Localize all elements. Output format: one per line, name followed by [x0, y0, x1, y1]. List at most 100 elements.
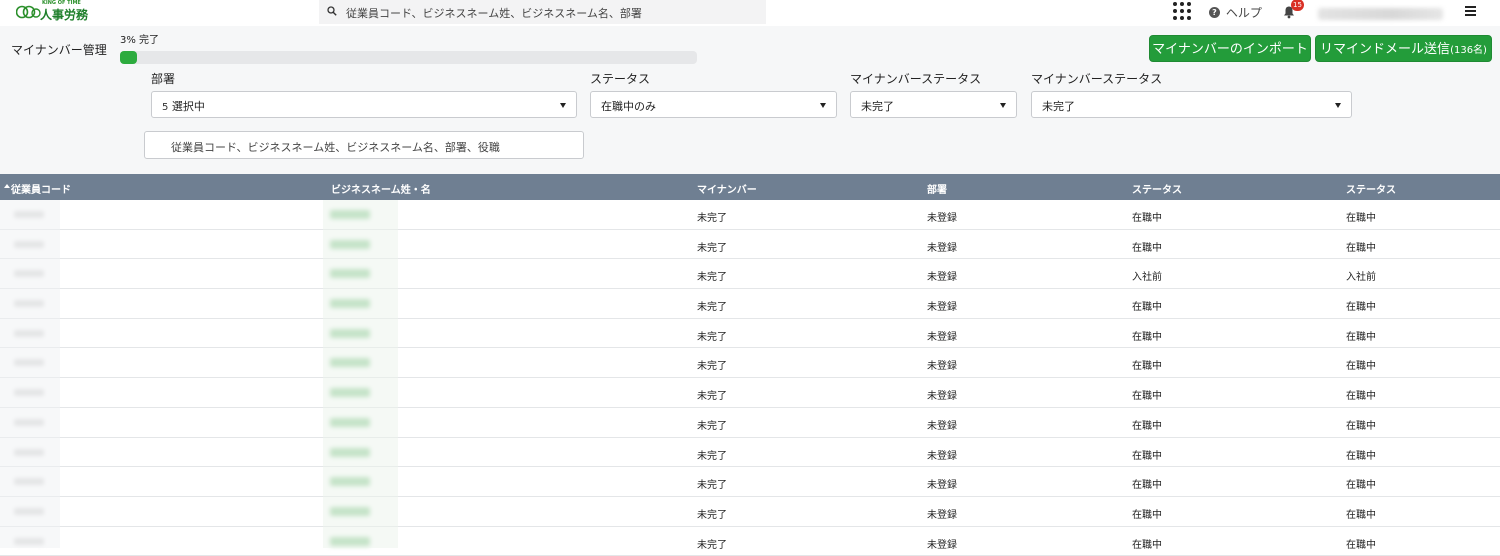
- logo-circles-icon: [16, 5, 41, 19]
- table-row[interactable]: 未完了 未登録 在職中 在職中: [0, 229, 1500, 260]
- top-bar: KING OF TIME 人事労務 従業員コード、ビジネスネーム姓、ビジネスネー…: [0, 0, 1500, 26]
- apps-grid-icon[interactable]: [1173, 2, 1191, 20]
- table-row[interactable]: 未完了 未登録 在職中 在職中: [0, 407, 1500, 438]
- department-select[interactable]: 5 選択中: [151, 91, 577, 118]
- global-search-input[interactable]: 従業員コード、ビジネスネーム姓、ビジネスネーム名、部署: [319, 0, 766, 24]
- mynumber-cell: 未完了: [697, 509, 727, 521]
- department-cell: 未登録: [927, 420, 957, 432]
- mynumber-cell: 未完了: [697, 391, 727, 403]
- column-header-status-2[interactable]: ステータス: [1346, 181, 1396, 196]
- progress-bar-fill: [120, 51, 138, 64]
- table-row[interactable]: 未完了 未登録 在職中 在職中: [0, 467, 1500, 497]
- mynumber-cell: 未完了: [697, 450, 727, 462]
- department-cell: 未登録: [927, 361, 957, 373]
- status-cell-2: 在職中: [1346, 450, 1376, 462]
- table-row[interactable]: 未完了 未登録 入社前 入社前: [0, 259, 1500, 290]
- status-cell-2: 在職中: [1346, 331, 1376, 343]
- import-button-label: マイナンバーのインポート: [1152, 42, 1308, 57]
- department-cell: 未登録: [927, 509, 957, 521]
- status-cell-2: 在職中: [1346, 509, 1376, 521]
- mynumber-cell: 未完了: [697, 480, 727, 492]
- column-header-status[interactable]: ステータス: [1132, 181, 1182, 196]
- status-cell: 入社前: [1132, 272, 1162, 284]
- mynumber-status-select-value: 未完了: [861, 100, 894, 113]
- status-cell-2: 在職中: [1346, 420, 1376, 432]
- import-mynumber-button[interactable]: マイナンバーのインポート: [1149, 35, 1311, 62]
- status-cell: 在職中: [1132, 539, 1162, 551]
- status-cell: 在職中: [1132, 361, 1162, 373]
- status-cell: 在職中: [1132, 480, 1162, 492]
- mynumber-status-select-2-value: 未完了: [1042, 100, 1075, 113]
- status-select-value: 在職中のみ: [601, 100, 656, 113]
- mynumber-cell: 未完了: [697, 272, 727, 284]
- mynumber-cell: 未完了: [697, 420, 727, 432]
- table-row[interactable]: 未完了 未登録 在職中 在職中: [0, 526, 1500, 556]
- hamburger-menu-icon[interactable]: [1465, 6, 1476, 16]
- table-row[interactable]: 未完了 未登録 在職中 在職中: [0, 496, 1500, 527]
- table-row[interactable]: 未完了 未登録 在職中 在職中: [0, 200, 1500, 230]
- help-label: ヘルプ: [1225, 6, 1262, 20]
- send-reminder-button[interactable]: リマインドメール送信(136名): [1315, 35, 1492, 62]
- table-row[interactable]: 未完了 未登録 在職中 在職中: [0, 378, 1500, 408]
- status-cell-2: 在職中: [1346, 361, 1376, 373]
- chevron-down-icon: [820, 103, 826, 108]
- department-cell: 未登録: [927, 242, 957, 254]
- filter-label-mynumber-status-2: マイナンバーステータス: [1031, 72, 1163, 86]
- department-select-count: 5: [162, 102, 169, 113]
- app-logo[interactable]: KING OF TIME 人事労務: [16, 0, 96, 23]
- help-link[interactable]: ? ヘルプ: [1209, 4, 1262, 20]
- filter-label-mynumber-status: マイナンバーステータス: [850, 72, 982, 86]
- page-title: マイナンバー管理: [11, 43, 107, 57]
- notification-badge: 15: [1291, 0, 1304, 11]
- department-cell: 未登録: [927, 539, 957, 551]
- status-cell: 在職中: [1132, 420, 1162, 432]
- status-cell: 在職中: [1132, 450, 1162, 462]
- global-search-placeholder: 従業員コード、ビジネスネーム姓、ビジネスネーム名、部署: [346, 7, 642, 20]
- employee-search-input[interactable]: 従業員コード、ビジネスネーム姓、ビジネスネーム名、部署、役職: [144, 131, 584, 159]
- status-cell-2: 在職中: [1346, 242, 1376, 254]
- status-cell: 在職中: [1132, 331, 1162, 343]
- mynumber-cell: 未完了: [697, 331, 727, 343]
- reminder-button-label: リマインドメール送信: [1320, 42, 1451, 57]
- status-cell-2: 入社前: [1346, 272, 1376, 284]
- filter-label-department: 部署: [151, 72, 176, 86]
- department-select-value: 選択中: [171, 100, 205, 113]
- search-icon: [327, 6, 337, 16]
- sort-ascending-icon[interactable]: [4, 184, 10, 188]
- filter-label-status: ステータス: [590, 72, 651, 86]
- mynumber-cell: 未完了: [697, 213, 727, 224]
- column-header-employee-code[interactable]: 従業員コード: [11, 181, 71, 196]
- column-header-business-name[interactable]: ビジネスネーム姓・名: [331, 181, 431, 196]
- mynumber-status-select-2[interactable]: 未完了: [1031, 91, 1352, 118]
- department-cell: 未登録: [927, 302, 957, 314]
- department-cell: 未登録: [927, 272, 957, 284]
- status-cell: 在職中: [1132, 391, 1162, 403]
- table-body: 未完了 未登録 在職中 在職中 未完了 未登録 在職中 在職中 未完了 未登録 入社前 入社前 未完了未…: [0, 200, 1500, 556]
- chevron-down-icon: [560, 103, 566, 108]
- department-cell: 未登録: [927, 391, 957, 403]
- table-row[interactable]: 未完了 未登録 在職中 在職中: [0, 318, 1500, 349]
- department-cell: 未登録: [927, 213, 957, 224]
- status-cell-2: 在職中: [1346, 539, 1376, 551]
- business-name-column-shade: [323, 200, 398, 548]
- status-cell-2: 在職中: [1346, 391, 1376, 403]
- user-menu[interactable]: [1318, 8, 1443, 20]
- table-header: 従業員コード ビジネスネーム姓・名 マイナンバー 部署 ステータス ステータス: [0, 174, 1500, 200]
- status-select[interactable]: 在職中のみ: [590, 91, 837, 118]
- column-header-department[interactable]: 部署: [927, 181, 947, 196]
- chevron-down-icon: [1000, 103, 1006, 108]
- employee-search-placeholder: 従業員コード、ビジネスネーム姓、ビジネスネーム名、部署、役職: [171, 141, 500, 154]
- table-row[interactable]: 未完了 未登録 在職中 在職中: [0, 437, 1500, 468]
- progress-label: 3% 完了: [120, 35, 160, 46]
- table-row[interactable]: 未完了 未登録 在職中 在職中: [0, 348, 1500, 379]
- reminder-count: (136名): [1450, 45, 1487, 56]
- status-cell: 在職中: [1132, 242, 1162, 254]
- status-cell-2: 在職中: [1346, 480, 1376, 492]
- mynumber-status-select[interactable]: 未完了: [850, 91, 1017, 118]
- status-cell: 在職中: [1132, 213, 1162, 224]
- table-row[interactable]: 未完了 未登録 在職中 在職中: [0, 289, 1500, 319]
- status-cell-2: 在職中: [1346, 213, 1376, 224]
- status-cell: 在職中: [1132, 302, 1162, 314]
- column-header-mynumber[interactable]: マイナンバー: [697, 181, 757, 196]
- department-cell: 未登録: [927, 450, 957, 462]
